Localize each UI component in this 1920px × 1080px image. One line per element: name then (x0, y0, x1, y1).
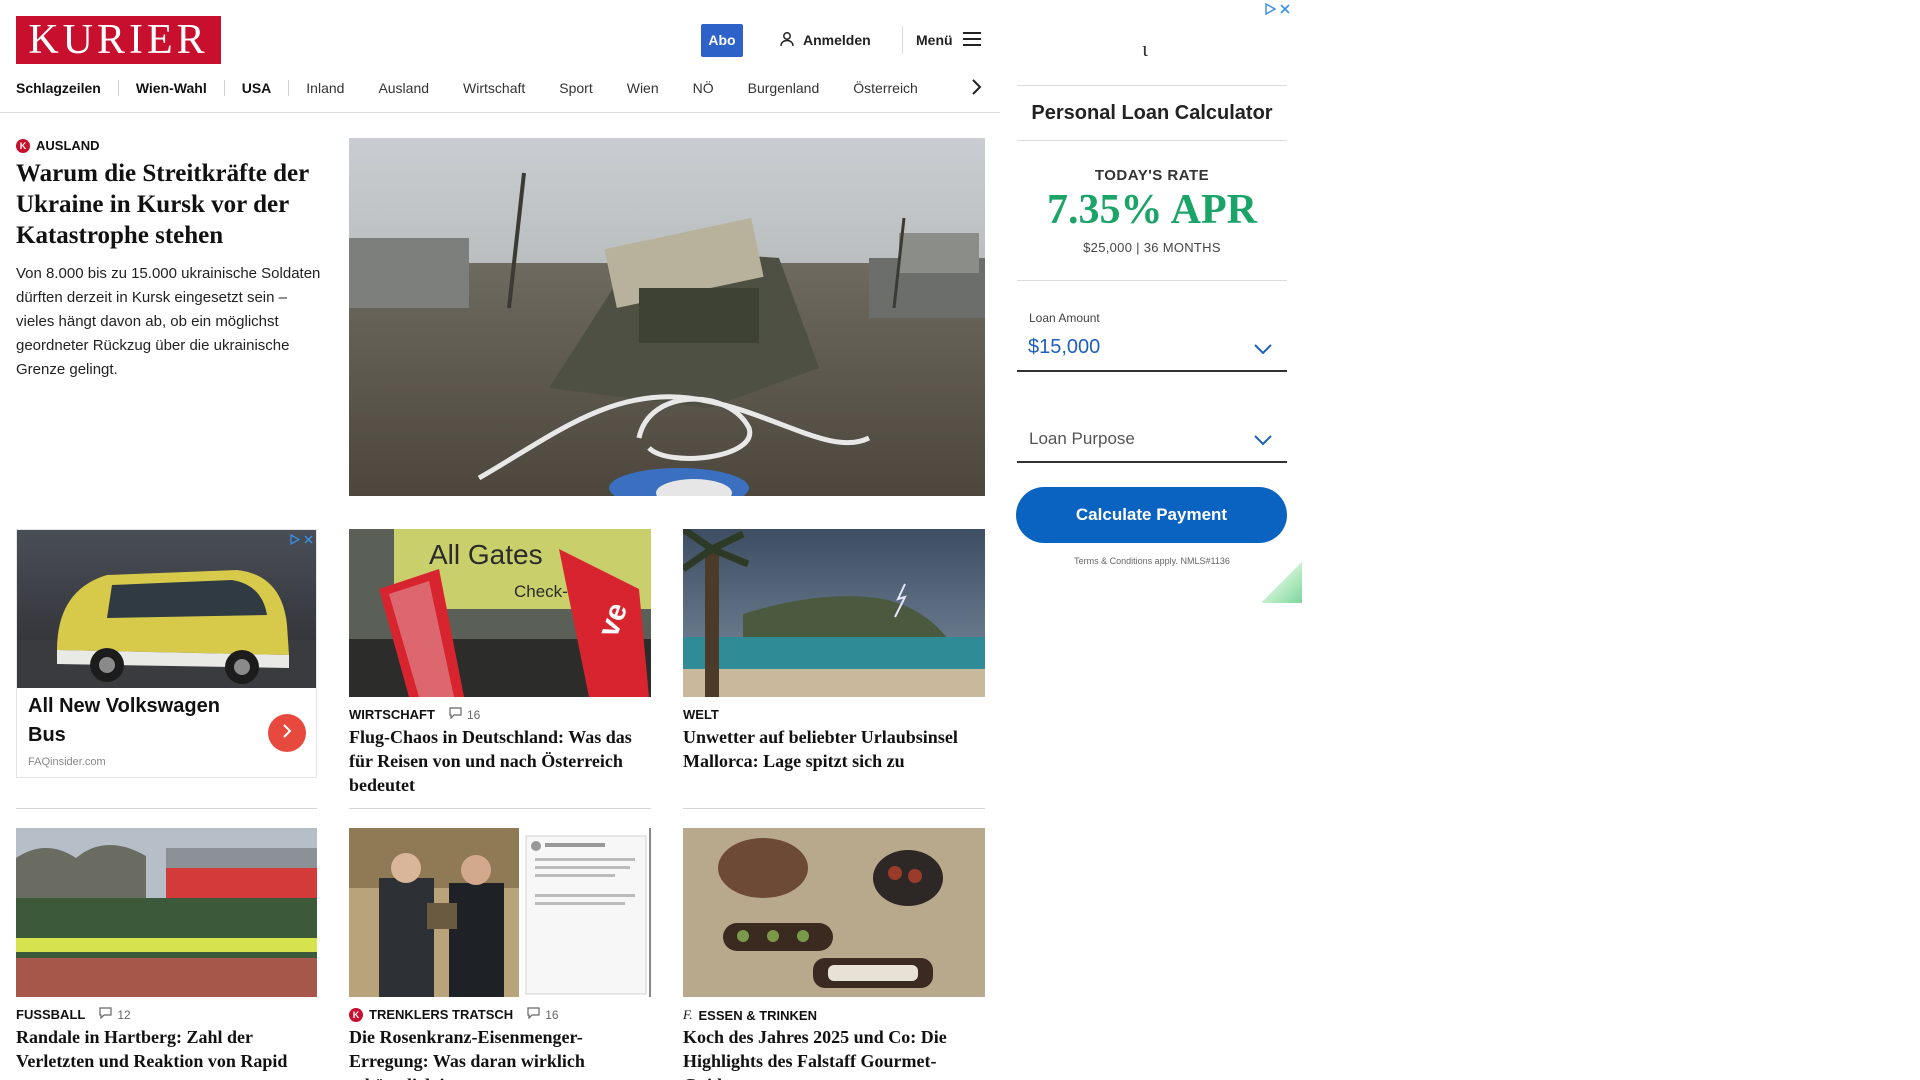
divider (1017, 280, 1287, 281)
nav-item-schlagzeilen[interactable]: Schlagzeilen (16, 80, 118, 96)
field-underline (1017, 370, 1287, 372)
hero-category-label: AUSLAND (36, 138, 100, 153)
card-meta-falstaff: f. ESSEN & TRINKEN (683, 1007, 817, 1023)
kurier-logo[interactable]: KURIER (16, 16, 221, 64)
comment-count[interactable]: 12 (99, 1007, 131, 1022)
kurier-badge-icon: K (349, 1007, 363, 1022)
nav-item-noe[interactable]: NÖ (676, 80, 731, 96)
rate-terms: $25,000 | 36 MONTHS (1083, 240, 1221, 255)
loan-title: Personal Loan Calculator (1031, 102, 1273, 124)
divider (1017, 85, 1287, 86)
card-meta-mallorca: WELT (683, 707, 719, 722)
nav-item-ausland[interactable]: Ausland (361, 80, 446, 96)
loan-amount-label: Loan Amount (1029, 311, 1100, 325)
nav-item-wien-wahl[interactable]: Wien-Wahl (119, 80, 224, 96)
comment-icon (527, 1007, 540, 1022)
nav-item-wirtschaft[interactable]: Wirtschaft (446, 80, 542, 96)
comment-count-value: 16 (545, 1007, 559, 1022)
adchoices-icon[interactable] (1264, 2, 1277, 20)
native-ad-volkswagen[interactable]: All New Volkswagen Bus FAQinsider.com (16, 529, 317, 778)
loan-calculator-ad[interactable]: ι Personal Loan Calculator TODAY'S RATE … (1016, 0, 1302, 603)
nav-divider-line (0, 112, 1000, 113)
card-category[interactable]: f. ESSEN & TRINKEN (683, 1007, 817, 1023)
card-headline-rosenkranz[interactable]: Die Rosenkranz-Eisenmenger-Erregung: Was… (349, 1025, 651, 1080)
card-headline-flug-chaos[interactable]: Flug-Chaos in Deutschland: Was das für R… (349, 725, 651, 797)
card-image-flug-chaos[interactable]: All Gates Check-in ve (349, 529, 651, 697)
adchoices-icon[interactable] (289, 532, 301, 550)
ad-arrow-button[interactable] (268, 714, 306, 752)
rate-label: TODAY'S RATE (1094, 167, 1210, 184)
field-underline (1017, 461, 1287, 463)
kurier-badge-icon: K (16, 138, 30, 153)
card-headline-mallorca[interactable]: Unwetter auf beliebter Urlaubsinsel Mall… (683, 725, 985, 773)
close-icon[interactable] (303, 532, 314, 550)
nav-item-burgenland[interactable]: Burgenland (731, 80, 837, 96)
card-image-hartberg[interactable] (16, 828, 317, 997)
ad-image (17, 530, 316, 688)
login-button[interactable]: Anmelden (779, 30, 871, 50)
chevron-down-icon[interactable] (1254, 433, 1272, 451)
ad-headline[interactable]: All New Volkswagen Bus (28, 692, 228, 750)
nav-item-oesterreich[interactable]: Österreich (836, 80, 935, 96)
card-meta-rosenkranz: K TRENKLERS TRATSCH 16 (349, 1007, 559, 1022)
comment-count[interactable]: 16 (527, 1007, 559, 1022)
card-divider (683, 808, 985, 809)
chevron-right-icon[interactable] (970, 78, 982, 99)
card-category[interactable]: WIRTSCHAFT (349, 707, 435, 722)
comment-count[interactable]: 16 (449, 707, 480, 722)
divider (1017, 140, 1287, 141)
header-divider (902, 26, 903, 54)
card-image-falstaff[interactable] (683, 828, 985, 997)
card-headline-falstaff[interactable]: Koch des Jahres 2025 und Co: Die Highlig… (683, 1025, 985, 1080)
falstaff-icon: f. (683, 1007, 693, 1022)
card-category[interactable]: WELT (683, 707, 719, 722)
nav-item-wien[interactable]: Wien (610, 80, 676, 96)
comment-icon (449, 707, 462, 722)
hero-image[interactable] (349, 138, 985, 496)
nav-item-sport[interactable]: Sport (542, 80, 609, 96)
card-category[interactable]: K TRENKLERS TRATSCH (349, 1007, 513, 1022)
chevron-down-icon[interactable] (1254, 342, 1272, 360)
chevron-right-icon (281, 723, 293, 743)
nav-item-inland[interactable]: Inland (289, 80, 361, 96)
ad-source: FAQinsider.com (28, 756, 106, 768)
card-image-mallorca[interactable] (683, 529, 985, 697)
hero-headline[interactable]: Warum die Streitkräfte der Ukraine in Ku… (16, 158, 316, 251)
hero-category[interactable]: K AUSLAND (16, 138, 100, 153)
comment-icon (99, 1007, 112, 1022)
card-headline-hartberg[interactable]: Randale in Hartberg: Zahl der Verletzten… (16, 1025, 318, 1073)
sign-gates-text: All Gates (429, 539, 543, 570)
advertiser-logo: ι (1142, 36, 1148, 61)
loan-amount-select[interactable]: $15,000 (1028, 336, 1100, 359)
section-nav: Schlagzeilen Wien-Wahl USA Inland Auslan… (16, 78, 1008, 98)
comment-count-value: 12 (117, 1007, 131, 1022)
loan-purpose-select[interactable]: Loan Purpose (1029, 429, 1135, 449)
terms-text[interactable]: Terms & Conditions apply. NMLS#1136 (1016, 556, 1288, 566)
close-icon[interactable] (1279, 2, 1291, 20)
card-meta-flug-chaos: WIRTSCHAFT 16 (349, 707, 480, 722)
comment-count-value: 16 (466, 707, 481, 722)
card-divider (16, 808, 317, 809)
user-icon (779, 31, 795, 50)
calculate-payment-button[interactable]: Calculate Payment (1016, 487, 1287, 543)
hamburger-icon (962, 31, 981, 49)
corner-decoration (1262, 560, 1302, 603)
card-category[interactable]: FUSSBALL (16, 1007, 85, 1022)
card-divider (349, 808, 651, 809)
card-meta-hartberg: FUSSBALL 12 (16, 1007, 131, 1022)
menu-label: Menü (916, 32, 953, 48)
card-image-rosenkranz[interactable] (349, 828, 651, 997)
rate-value: 7.35% APR (1047, 187, 1257, 233)
nav-item-usa[interactable]: USA (225, 80, 289, 96)
card-category-label: TRENKLERS TRATSCH (369, 1007, 514, 1022)
card-category-label: ESSEN & TRINKEN (698, 1007, 817, 1023)
hero-teaser: Von 8.000 bis zu 15.000 ukrainische Sold… (16, 265, 321, 378)
menu-button[interactable]: Menü (916, 30, 981, 50)
login-label: Anmelden (803, 32, 871, 48)
abo-button[interactable]: Abo (701, 24, 743, 57)
